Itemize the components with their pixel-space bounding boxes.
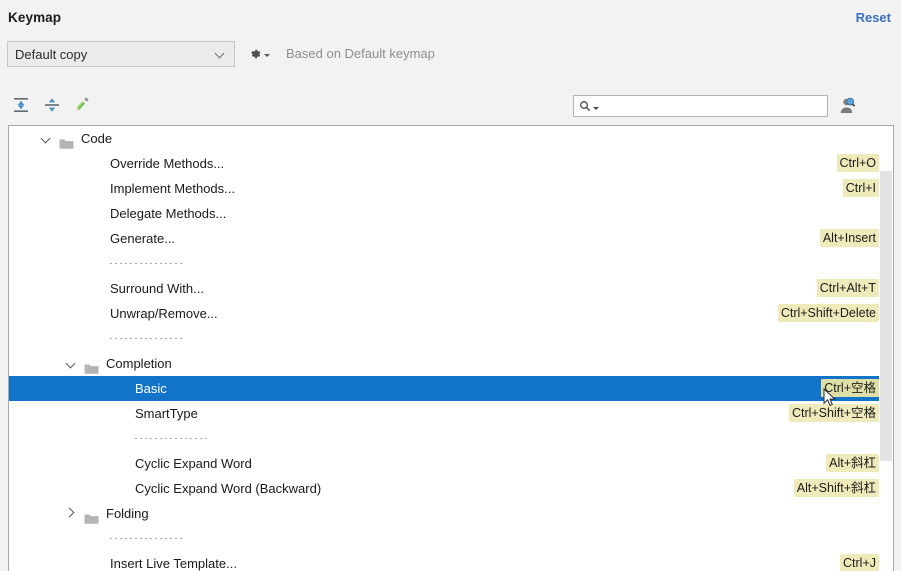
- tree-scrollbar-track[interactable]: [879, 126, 893, 571]
- shortcut-badge: Alt+Insert: [819, 229, 879, 247]
- separator-dots: [135, 438, 207, 439]
- keymap-settings-button[interactable]: [248, 45, 274, 63]
- tree-item-row[interactable]: Delegate Methods...: [9, 201, 893, 226]
- shortcut-badge: Ctrl+Alt+T: [816, 279, 879, 297]
- tree-row-label: Override Methods...: [110, 156, 225, 171]
- keymap-tree: Code Override Methods... Ctrl+O Implement M…: [9, 126, 893, 571]
- keymap-dropdown[interactable]: Default copy: [7, 41, 235, 67]
- based-on-label: Based on Default keymap: [286, 46, 435, 61]
- tree-row-label: Generate...: [110, 231, 176, 246]
- shortcut-badge: Ctrl+空格: [821, 379, 879, 397]
- tree-item-row[interactable]: Surround With... Ctrl+Alt+T: [9, 276, 893, 301]
- shortcut-badge: Ctrl+I: [842, 179, 879, 197]
- chevron-right-icon[interactable]: [64, 501, 78, 526]
- expand-all-icon[interactable]: [8, 92, 34, 118]
- search-input[interactable]: [602, 95, 827, 117]
- keymap-header: Keymap Reset: [0, 0, 901, 36]
- folder-icon: [84, 358, 99, 374]
- tree-row-label: SmartType: [135, 406, 198, 421]
- tree-row-label: Unwrap/Remove...: [110, 306, 218, 321]
- tree-item-row[interactable]: Unwrap/Remove... Ctrl+Shift+Delete: [9, 301, 893, 326]
- gear-icon: [248, 47, 262, 61]
- shortcut-badge: Ctrl+O: [836, 154, 879, 172]
- edit-pencil-icon[interactable]: [70, 92, 96, 118]
- search-options-caret-icon[interactable]: [592, 106, 599, 110]
- tree-row-label: Cyclic Expand Word (Backward): [135, 481, 322, 496]
- shortcut-badge: Ctrl+Shift+空格: [788, 404, 879, 422]
- chevron-down-icon[interactable]: [39, 126, 53, 151]
- separator-dots: [110, 263, 182, 264]
- tree-scrollbar-thumb[interactable]: [880, 171, 892, 461]
- tree-row-label: Cyclic Expand Word: [135, 456, 252, 471]
- find-by-shortcut-icon[interactable]: [835, 93, 859, 119]
- collapse-all-icon[interactable]: [39, 92, 65, 118]
- tree-row-label: Basic: [135, 381, 167, 396]
- tree-folder-row[interactable]: Code: [9, 126, 893, 151]
- tree-separator: [9, 426, 893, 451]
- tree-row-label: Insert Live Template...: [110, 556, 237, 571]
- shortcut-badge: Alt+斜杠: [826, 454, 879, 472]
- tree-row-label: Code: [81, 131, 113, 146]
- tree-item-row[interactable]: SmartType Ctrl+Shift+空格: [9, 401, 893, 426]
- reset-link[interactable]: Reset: [856, 10, 891, 25]
- tree-item-row[interactable]: Insert Live Template... Ctrl+J: [9, 551, 893, 571]
- tree-row-label: Implement Methods...: [110, 181, 235, 196]
- tree-item-row[interactable]: Generate... Alt+Insert: [9, 226, 893, 251]
- folder-icon: [84, 508, 99, 524]
- search-icon: [579, 100, 591, 112]
- tree-separator: [9, 326, 893, 351]
- separator-dots: [110, 338, 182, 339]
- tree-row-label: Folding: [106, 506, 149, 521]
- keymap-tree-panel[interactable]: Code Override Methods... Ctrl+O Implement M…: [8, 125, 894, 571]
- tree-row-label: Completion: [106, 356, 172, 371]
- chevron-down-icon: [216, 49, 225, 58]
- tree-item-row[interactable]: Basic Ctrl+空格: [9, 376, 893, 401]
- gear-dropdown-caret-icon: [264, 54, 270, 57]
- separator-dots: [110, 538, 182, 539]
- chevron-down-icon[interactable]: [64, 351, 78, 376]
- tree-row-label: Surround With...: [110, 281, 204, 296]
- tree-folder-row[interactable]: Completion: [9, 351, 893, 376]
- shortcut-badge: Ctrl+J: [840, 554, 879, 571]
- tree-item-row[interactable]: Cyclic Expand Word Alt+斜杠: [9, 451, 893, 476]
- search-box[interactable]: [573, 95, 828, 117]
- keymap-selector-row: Default copy Based on Default keymap: [0, 41, 901, 69]
- tree-item-row[interactable]: Override Methods... Ctrl+O: [9, 151, 893, 176]
- tree-row-label: Delegate Methods...: [110, 206, 227, 221]
- folder-icon: [59, 133, 74, 149]
- page-title: Keymap: [8, 10, 62, 25]
- tree-item-row[interactable]: Implement Methods... Ctrl+I: [9, 176, 893, 201]
- tree-item-row[interactable]: Cyclic Expand Word (Backward) Alt+Shift+斜…: [9, 476, 893, 501]
- tree-separator: [9, 526, 893, 551]
- shortcut-badge: Ctrl+Shift+Delete: [777, 304, 879, 322]
- tree-folder-row[interactable]: Folding: [9, 501, 893, 526]
- shortcut-badge: Alt+Shift+斜杠: [793, 479, 879, 497]
- tree-separator: [9, 251, 893, 276]
- keymap-dropdown-value: Default copy: [15, 46, 88, 62]
